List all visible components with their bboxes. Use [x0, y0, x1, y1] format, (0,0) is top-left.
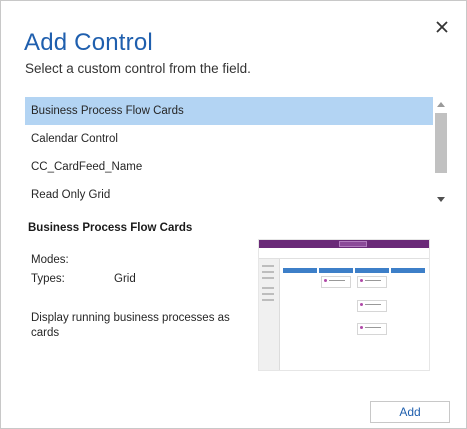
list-scrollbar[interactable] — [433, 97, 449, 209]
preview-sidebar-line — [262, 287, 274, 289]
scroll-down-icon[interactable] — [437, 197, 445, 202]
preview-card — [357, 323, 387, 335]
add-button[interactable]: Add — [370, 401, 450, 423]
preview-card-line — [365, 280, 381, 281]
add-control-dialog: Add Control Select a custom control from… — [0, 0, 467, 429]
list-item-cc-cardfeed-name[interactable]: CC_CardFeed_Name — [25, 153, 433, 181]
preview-card-dot — [360, 279, 363, 282]
types-value: Grid — [114, 273, 136, 285]
preview-card — [357, 300, 387, 312]
preview-sidebar-line — [262, 293, 274, 295]
scroll-up-icon[interactable] — [437, 102, 445, 107]
preview-subbar — [259, 248, 429, 259]
preview-card-dot — [360, 326, 363, 329]
preview-card — [321, 276, 351, 288]
scroll-thumb[interactable] — [435, 113, 447, 173]
preview-card-line — [329, 280, 345, 281]
control-description: Display running business processes as ca… — [31, 312, 230, 339]
types-label: Types: — [31, 273, 65, 285]
list-item-business-process-flow-cards[interactable]: Business Process Flow Cards — [25, 97, 433, 125]
dialog-subtitle: Select a custom control from the field. — [25, 61, 251, 76]
preview-sidebar-line — [262, 271, 274, 273]
preview-sidebar-line — [262, 265, 274, 267]
preview-main — [280, 259, 429, 370]
list-item-calendar-control[interactable]: Calendar Control — [25, 125, 433, 153]
list-item-read-only-grid[interactable]: Read Only Grid — [25, 181, 433, 209]
preview-sidebar — [259, 259, 280, 370]
preview-card-line — [365, 304, 381, 305]
preview-logo — [339, 241, 367, 247]
controls-list[interactable]: Business Process Flow Cards Calendar Con… — [25, 97, 449, 209]
preview-sidebar-line — [262, 299, 274, 301]
preview-column-header — [319, 268, 353, 273]
close-icon — [436, 21, 448, 33]
preview-column-header — [391, 268, 425, 273]
preview-card — [357, 276, 387, 288]
control-preview-image — [258, 239, 430, 371]
detail-title: Business Process Flow Cards — [28, 222, 193, 234]
controls-list-items: Business Process Flow Cards Calendar Con… — [25, 97, 433, 209]
preview-column-header — [283, 268, 317, 273]
preview-sidebar-line — [262, 277, 274, 279]
dialog-title: Add Control — [24, 29, 153, 56]
close-button[interactable] — [433, 18, 451, 36]
preview-card-dot — [360, 303, 363, 306]
preview-column-header — [355, 268, 389, 273]
preview-topbar — [259, 240, 429, 248]
preview-card-line — [365, 327, 381, 328]
modes-label: Modes: — [31, 254, 69, 266]
preview-card-dot — [324, 279, 327, 282]
